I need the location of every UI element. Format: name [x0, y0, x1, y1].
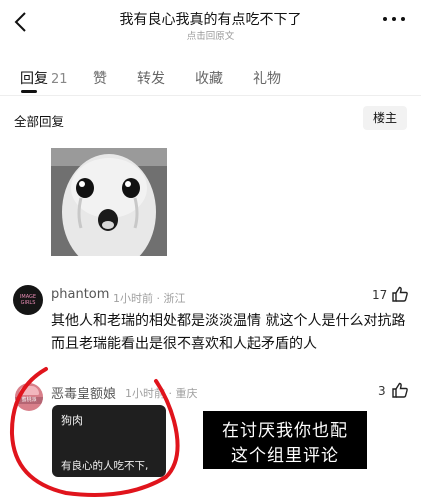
- like-count: 17: [372, 288, 388, 302]
- comment-author[interactable]: 恶毒皇额娘: [51, 383, 116, 402]
- comment-meta: 1小时前 · 重庆: [125, 387, 198, 400]
- tab-label: 回复: [20, 71, 48, 87]
- tab-replies[interactable]: 回复 21: [20, 68, 68, 88]
- caption-line: 这个组里评论: [231, 446, 339, 466]
- active-tab-indicator: [21, 90, 37, 93]
- quoted-snippet: 有良心的人吃不下,: [61, 460, 149, 472]
- comment-meta: 1小时前 · 浙江: [113, 292, 186, 305]
- thumbs-up-icon[interactable]: [391, 285, 409, 303]
- comment-author[interactable]: phantom: [51, 287, 109, 302]
- divider: [0, 95, 421, 96]
- op-filter-button[interactable]: 楼主: [363, 106, 407, 130]
- reaction-tabs: 回复 21 赞 转发 收藏 礼物: [0, 62, 421, 94]
- caption-line: 在讨厌我你也配: [222, 421, 348, 441]
- avatar[interactable]: 蜜桃派: [15, 383, 43, 411]
- page-title: 我有良心我真的有点吃不下了: [119, 12, 302, 28]
- tab-reposts[interactable]: 转发: [137, 68, 165, 88]
- top-bar: 我有良心我真的有点吃不下了 点击回原文: [0, 0, 421, 48]
- back-to-original-link[interactable]: 点击回原文: [0, 28, 421, 42]
- section-heading: 全部回复: [14, 114, 65, 129]
- tab-favorites[interactable]: 收藏: [195, 68, 223, 88]
- thumbs-up-icon[interactable]: [391, 381, 409, 399]
- overlay-caption: 在讨厌我你也配 这个组里评论: [203, 411, 367, 469]
- comment-text: 其他人和老瑞的相处都是淡淡温情 就这个人是什么对抗路 而且老瑞能看出是很不喜欢和…: [51, 313, 406, 352]
- avatar-graphic: [19, 386, 39, 395]
- more-horizontal-icon[interactable]: [383, 14, 407, 24]
- avatar[interactable]: IMAGE GIRLS: [13, 285, 43, 315]
- quoted-title: 狗肉: [61, 414, 83, 427]
- tab-gifts[interactable]: 礼物: [253, 68, 281, 88]
- quoted-post-card[interactable]: 狗肉 有良心的人吃不下,: [52, 405, 166, 477]
- reply-count: 21: [51, 72, 68, 87]
- avatar-text: 蜜桃派: [15, 397, 43, 404]
- like-count: 3: [378, 384, 386, 398]
- crying-ghost-image[interactable]: [51, 148, 167, 256]
- tab-likes[interactable]: 赞: [93, 68, 107, 88]
